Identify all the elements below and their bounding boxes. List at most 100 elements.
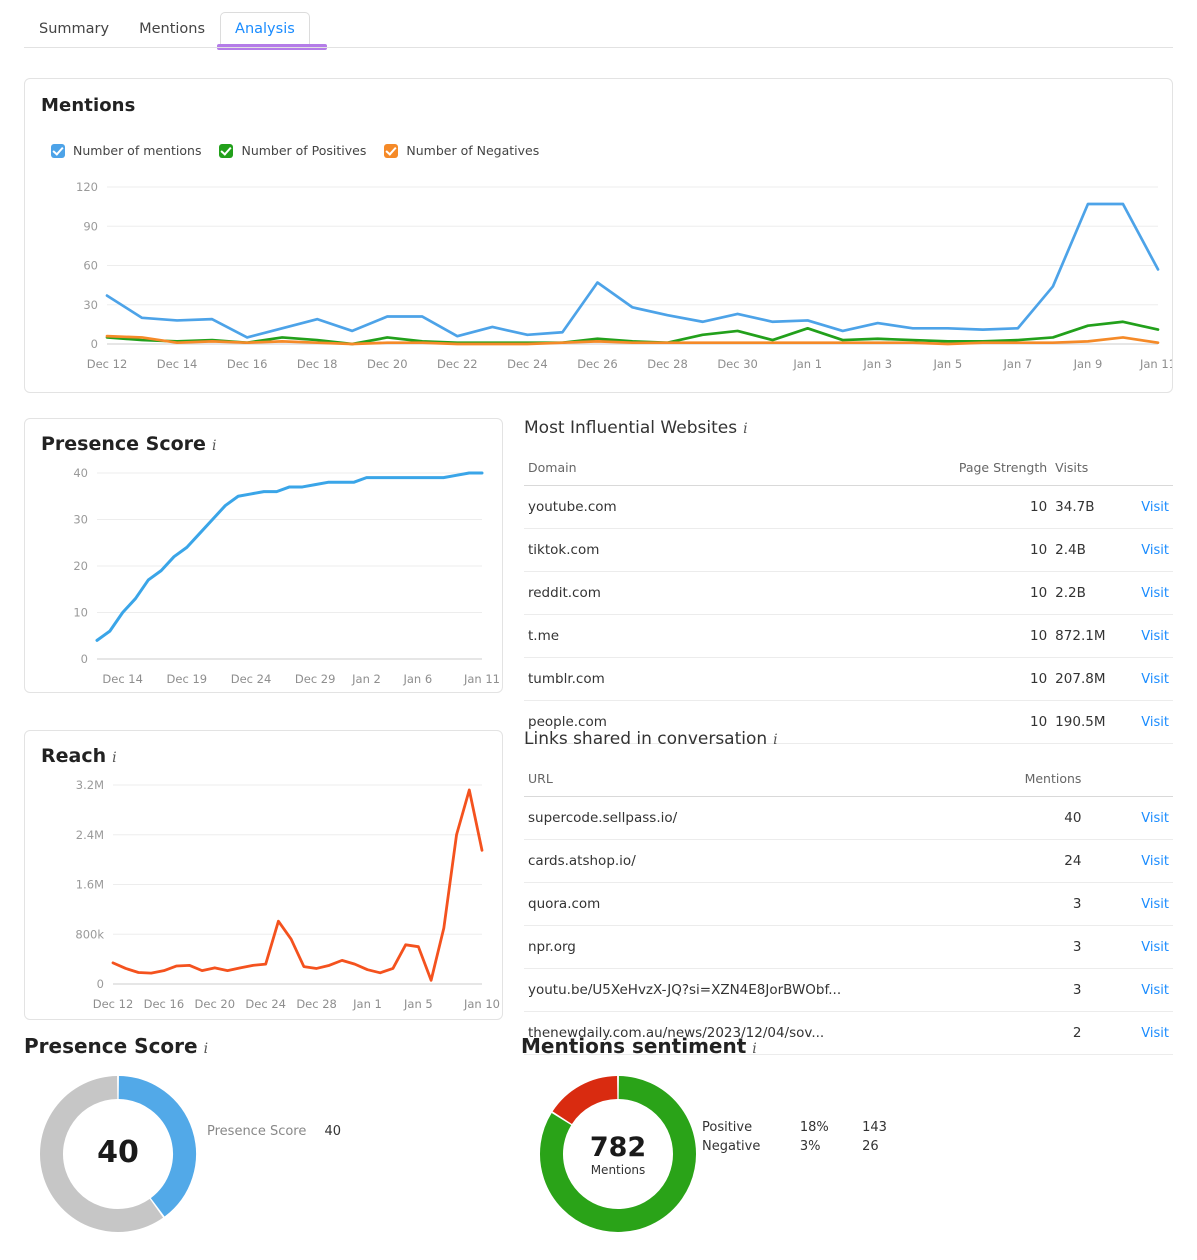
mentions-card: Mentions Number of mentions Number of Pos…: [24, 78, 1173, 393]
info-icon[interactable]: i: [212, 438, 216, 454]
svg-text:Dec 19: Dec 19: [167, 672, 208, 686]
checkbox-checked-icon[interactable]: [384, 144, 398, 158]
svg-text:Jan 3: Jan 3: [862, 357, 892, 371]
svg-text:Dec 16: Dec 16: [144, 997, 185, 1011]
svg-text:Dec 28: Dec 28: [647, 357, 688, 371]
sentiment-percent: 3%: [782, 1137, 846, 1156]
svg-text:2.4M: 2.4M: [76, 828, 104, 842]
tab-label: Summary: [39, 21, 109, 37]
svg-text:Jan 1: Jan 1: [352, 997, 382, 1011]
mentions-sentiment-legend: Positive18%143Negative3%26: [702, 1118, 902, 1156]
influential-cell-domain: tiktok.com: [524, 529, 926, 572]
svg-text:Dec 24: Dec 24: [507, 357, 548, 371]
svg-text:Dec 12: Dec 12: [87, 357, 128, 371]
reach-card-header: Reachi: [41, 745, 117, 767]
info-icon[interactable]: i: [743, 421, 747, 437]
svg-text:Dec 29: Dec 29: [295, 672, 336, 686]
info-icon[interactable]: i: [204, 1041, 208, 1057]
donut-center-value: 40: [97, 1135, 139, 1170]
checkbox-checked-icon[interactable]: [219, 144, 233, 158]
visit-link[interactable]: Visit: [1127, 486, 1173, 529]
influential-cell-visits: 34.7B: [1051, 486, 1127, 529]
visit-link[interactable]: Visit: [1127, 572, 1173, 615]
mentions-sentiment-body: 782Mentions Positive18%143Negative3%26: [521, 1074, 1021, 1234]
table-row: youtu.be/U5XeHvzX-JQ?si=XZN4E8JorBWObf..…: [524, 969, 1173, 1012]
svg-text:Dec 20: Dec 20: [367, 357, 408, 371]
presence-score-legend-value: 40: [325, 1124, 342, 1139]
most-influential-websites-section: Most Influential Websitesi DomainPage St…: [524, 418, 1173, 744]
svg-text:Dec 24: Dec 24: [231, 672, 272, 686]
svg-text:Jan 7: Jan 7: [1003, 357, 1033, 371]
presence-score-donut-section: Presence Score i 40 Presence Score 40: [24, 1034, 503, 1234]
analysis-page: Summary Mentions Analysis Mentions Number …: [0, 0, 1197, 1260]
links-cell-mentions: 40: [926, 797, 1085, 840]
mentions-sentiment-header: Mentions sentimenti: [521, 1034, 1021, 1058]
sentiment-label: Negative: [702, 1137, 782, 1156]
table-row: t.me10872.1MVisit: [524, 615, 1173, 658]
svg-text:Dec 14: Dec 14: [102, 672, 143, 686]
tab-mentions[interactable]: Mentions: [124, 12, 220, 48]
links-cell-url: quora.com: [524, 883, 926, 926]
visit-link[interactable]: Visit: [1127, 529, 1173, 572]
tab-label: Analysis: [235, 21, 295, 37]
info-icon[interactable]: i: [773, 732, 777, 748]
visit-link[interactable]: Visit: [1085, 969, 1173, 1012]
svg-text:30: 30: [83, 298, 98, 312]
svg-text:Dec 26: Dec 26: [577, 357, 618, 371]
influential-cell-visits: 2.4B: [1051, 529, 1127, 572]
table-row: tumblr.com10207.8MVisit: [524, 658, 1173, 701]
visit-link[interactable]: Visit: [1085, 1012, 1173, 1055]
links-cell-mentions: 3: [926, 969, 1085, 1012]
influential-cell-domain: youtube.com: [524, 486, 926, 529]
mentions-chart: 0306090120Dec 12Dec 14Dec 16Dec 18Dec 20…: [25, 179, 1172, 374]
influential-cell-strength: 10: [926, 572, 1051, 615]
svg-text:800k: 800k: [75, 927, 104, 941]
svg-text:Dec 18: Dec 18: [297, 357, 338, 371]
visit-link[interactable]: Visit: [1127, 658, 1173, 701]
tab-analysis[interactable]: Analysis: [220, 12, 310, 48]
svg-text:Dec 20: Dec 20: [195, 997, 236, 1011]
legend-item-2[interactable]: Number of Negatives: [384, 143, 539, 158]
influential-cell-visits: 207.8M: [1051, 658, 1127, 701]
checkbox-checked-icon[interactable]: [51, 144, 65, 158]
legend-item-0[interactable]: Number of mentions: [51, 143, 201, 158]
svg-text:90: 90: [83, 219, 98, 233]
svg-text:10: 10: [73, 606, 88, 620]
svg-text:0: 0: [91, 337, 98, 351]
influential-cell-visits: 872.1M: [1051, 615, 1127, 658]
legend-item-1[interactable]: Number of Positives: [219, 143, 366, 158]
table-body: supercode.sellpass.io/40Visitcards.atsho…: [524, 797, 1173, 1055]
svg-text:1.6M: 1.6M: [76, 878, 104, 892]
table-header-row: DomainPage StrengthVisits: [524, 454, 1173, 486]
info-icon[interactable]: i: [752, 1041, 756, 1057]
info-icon[interactable]: i: [112, 750, 116, 766]
svg-text:Dec 24: Dec 24: [245, 997, 286, 1011]
visit-link[interactable]: Visit: [1127, 615, 1173, 658]
svg-text:Dec 22: Dec 22: [437, 357, 478, 371]
influential-cell-strength: 10: [926, 529, 1051, 572]
svg-text:Dec 14: Dec 14: [157, 357, 198, 371]
links-cell-url: cards.atshop.io/: [524, 840, 926, 883]
mentions-card-title: Mentions: [41, 95, 135, 116]
links-cell-url: youtu.be/U5XeHvzX-JQ?si=XZN4E8JorBWObf..…: [524, 969, 926, 1012]
presence-score-donut-header: Presence Score i: [24, 1034, 503, 1058]
tab-summary[interactable]: Summary: [24, 12, 124, 48]
visit-link[interactable]: Visit: [1085, 926, 1173, 969]
presence-score-donut-title: Presence Score: [24, 1034, 198, 1058]
svg-text:Jan 6: Jan 6: [402, 672, 432, 686]
visit-link[interactable]: Visit: [1085, 883, 1173, 926]
links-cell-url: supercode.sellpass.io/: [524, 797, 926, 840]
table-row: npr.org3Visit: [524, 926, 1173, 969]
sentiment-count: 143: [846, 1118, 902, 1137]
visit-link[interactable]: Visit: [1085, 797, 1173, 840]
svg-text:Dec 30: Dec 30: [717, 357, 758, 371]
svg-text:120: 120: [76, 180, 98, 194]
links-cell-mentions: 3: [926, 883, 1085, 926]
presence-score-donut-legend: Presence Score 40: [207, 1124, 341, 1139]
influential-col-visits: Visits: [1051, 454, 1127, 486]
visit-link[interactable]: Visit: [1085, 840, 1173, 883]
svg-text:Dec 12: Dec 12: [93, 997, 134, 1011]
donut-center-value: 782: [590, 1132, 646, 1163]
links-col-url: URL: [524, 765, 926, 797]
links-cell-mentions: 24: [926, 840, 1085, 883]
